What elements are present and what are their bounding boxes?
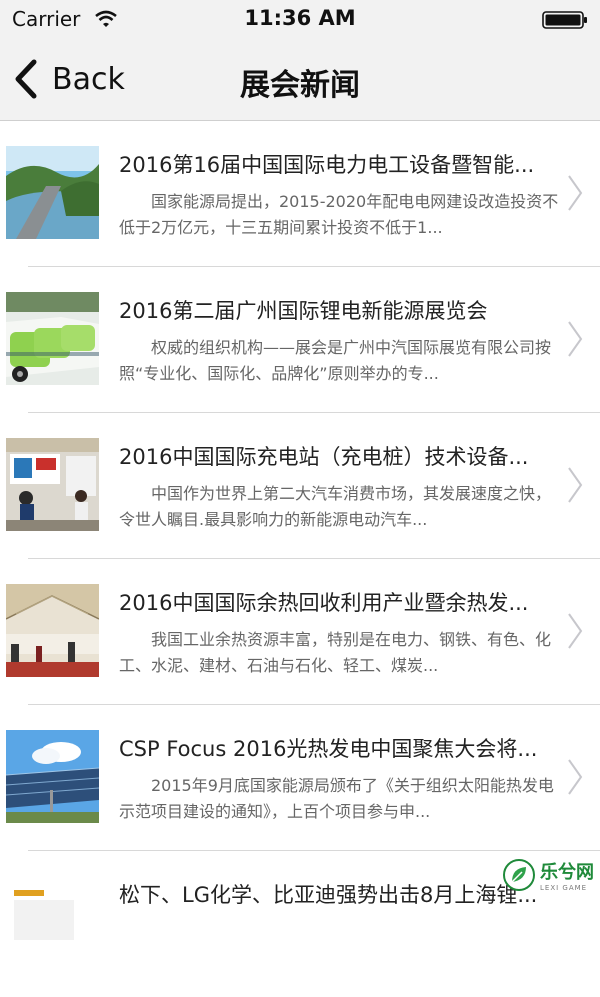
news-summary: 权威的组织机构——展会是广州中汽国际展览有限公司按照“专业化、国际化、品牌化”原… xyxy=(119,335,565,391)
news-item[interactable]: CSP Focus 2016光热发电中国聚焦大会将... 2015年9月底国家能… xyxy=(0,705,600,851)
chevron-right-icon xyxy=(566,173,584,213)
status-bar: Carrier 11:36 AM xyxy=(0,0,600,40)
news-thumbnail xyxy=(6,292,99,385)
news-title: CSP Focus 2016光热发电中国聚焦大会将... xyxy=(119,733,559,763)
news-item[interactable]: 2016第二届广州国际锂电新能源展览会 权威的组织机构——展会是广州中汽国际展览… xyxy=(0,267,600,413)
watermark-tag: LEXI GAME xyxy=(540,884,594,892)
news-summary: 国家能源局提出，2015-2020年配电电网建设改造投资不低于2万亿元，十三五期… xyxy=(119,189,565,245)
news-thumbnail xyxy=(6,584,99,677)
back-button-label: Back xyxy=(52,62,125,97)
news-thumbnail xyxy=(6,730,99,823)
news-item[interactable]: 2016第16届中国国际电力电工设备暨智能... 国家能源局提出，2015-20… xyxy=(0,121,600,267)
news-item[interactable]: 2016中国国际充电站（充电桩）技术设备... 中国作为世界上第二大汽车消费市场… xyxy=(0,413,600,559)
watermark-name: 乐兮网 xyxy=(540,858,594,884)
news-title: 2016第16届中国国际电力电工设备暨智能... xyxy=(119,149,559,179)
news-title: 2016中国国际余热回收利用产业暨余热发... xyxy=(119,587,559,617)
chevron-right-icon xyxy=(566,465,584,505)
chevron-left-icon xyxy=(12,58,40,100)
chevron-right-icon xyxy=(566,319,584,359)
news-summary xyxy=(119,919,565,975)
chevron-right-icon xyxy=(566,757,584,797)
site-watermark: 乐兮网 LEXI GAME xyxy=(502,858,594,892)
back-button[interactable]: Back xyxy=(12,56,125,102)
news-title: 2016第二届广州国际锂电新能源展览会 xyxy=(119,295,559,325)
news-title: 松下、LG化学、比亚迪强势出击8月上海锂... xyxy=(119,879,559,909)
news-thumbnail xyxy=(6,146,99,239)
news-summary: 我国工业余热资源丰富，特别是在电力、钢铁、有色、化工、水泥、建材、石油与石化、轻… xyxy=(119,627,565,683)
chevron-right-icon xyxy=(566,611,584,651)
news-title: 2016中国国际充电站（充电桩）技术设备... xyxy=(119,441,559,471)
news-thumbnail xyxy=(6,876,99,969)
battery-icon xyxy=(542,11,588,29)
news-summary: 中国作为世界上第二大汽车消费市场，其发展速度之快，令世人瞩目.最具影响力的新能源… xyxy=(119,481,565,537)
navigation-bar: Back 展会新闻 xyxy=(0,40,600,121)
news-summary: 2015年9月底国家能源局颁布了《关于组织太阳能热发电示范项目建设的通知》，上百… xyxy=(119,773,565,829)
news-thumbnail xyxy=(6,438,99,531)
clock-label: 11:36 AM xyxy=(0,6,600,30)
news-item[interactable]: 2016中国国际余热回收利用产业暨余热发... 我国工业余热资源丰富，特别是在电… xyxy=(0,559,600,705)
leaf-logo-icon xyxy=(502,858,536,892)
